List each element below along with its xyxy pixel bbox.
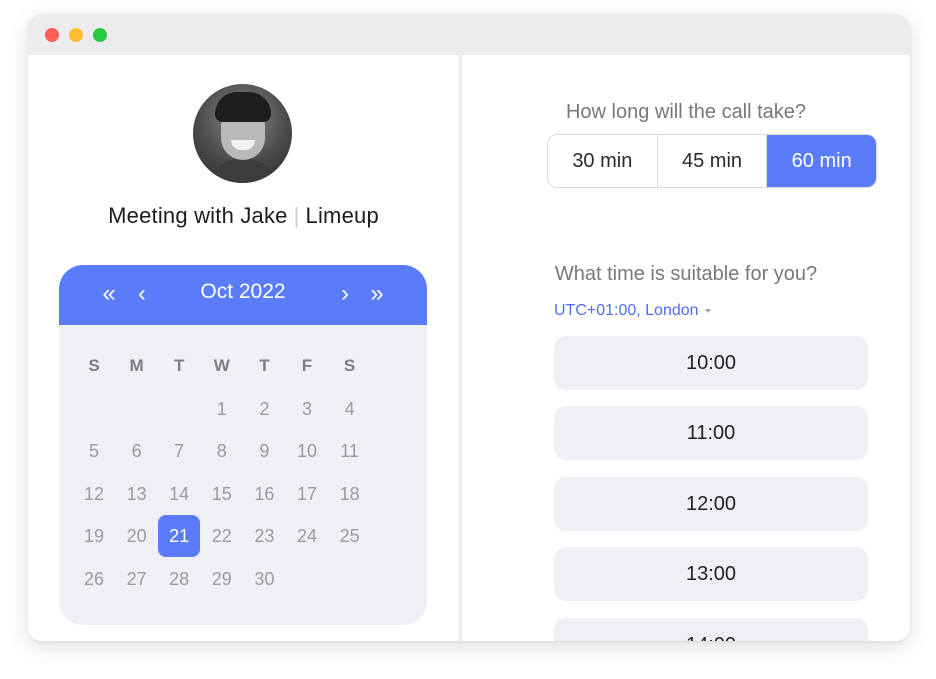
calendar-day[interactable]: 9 xyxy=(243,430,285,472)
close-window-button[interactable] xyxy=(45,28,59,42)
weekday-header: M xyxy=(129,356,144,375)
booking-profile-pane: Meeting with Jake | Limeup « ‹ Oct 2022 › … xyxy=(28,55,459,641)
calendar-day[interactable]: 5 xyxy=(73,430,115,472)
weekday-header: T xyxy=(173,356,185,375)
duration-question: How long will the call take? xyxy=(565,101,807,123)
calendar-day[interactable]: 26 xyxy=(73,558,115,600)
time-question: What time is suitable for you? xyxy=(554,263,818,285)
minimize-window-button[interactable] xyxy=(69,28,83,42)
calendar-day[interactable]: 13 xyxy=(116,473,158,515)
calendar-day[interactable]: 23 xyxy=(243,515,285,557)
date-picker-calendar: « ‹ Oct 2022 › » S M T W T F S 1 2 3 4 5 6 7 8 9 10 11 12 1… xyxy=(59,265,427,625)
calendar-day[interactable]: 10 xyxy=(286,430,328,472)
booking-options-pane: How long will the call take? 30 min 45 m… xyxy=(462,55,910,641)
time-slot-13-00[interactable]: 13:00 xyxy=(554,547,868,601)
calendar-day[interactable]: 17 xyxy=(286,473,328,515)
calendar-day[interactable]: 20 xyxy=(116,515,158,557)
calendar-day[interactable]: 14 xyxy=(158,473,200,515)
time-slot-12-00[interactable]: 12:00 xyxy=(554,477,868,531)
window-titlebar xyxy=(28,14,910,55)
calendar-day[interactable]: 3 xyxy=(286,388,328,430)
weekday-header: W xyxy=(213,356,230,375)
company-name: Limeup xyxy=(305,203,379,228)
calendar-day[interactable]: 24 xyxy=(286,515,328,557)
meeting-title: Meeting with Jake | Limeup xyxy=(28,203,459,229)
time-slot-10-00[interactable]: 10:00 xyxy=(554,336,868,390)
calendar-day[interactable]: 28 xyxy=(158,558,200,600)
weekday-header: S xyxy=(88,356,100,375)
timezone-label: UTC+01:00, London xyxy=(554,302,699,319)
avatar-shoulders xyxy=(205,158,281,183)
duration-selector: 30 min 45 min 60 min xyxy=(547,134,877,188)
weekday-header: F xyxy=(301,356,313,375)
calendar-day[interactable]: 16 xyxy=(243,473,285,515)
calendar-day[interactable]: 18 xyxy=(329,473,371,515)
calendar-day[interactable]: 22 xyxy=(201,515,243,557)
weekday-header: S xyxy=(343,356,356,375)
browser-window: Meeting with Jake | Limeup « ‹ Oct 2022 › … xyxy=(28,14,910,641)
calendar-day[interactable]: 29 xyxy=(201,558,243,600)
maximize-window-button[interactable] xyxy=(93,28,107,42)
time-slot-11-00[interactable]: 11:00 xyxy=(554,406,868,460)
avatar-hair xyxy=(215,92,271,122)
time-slot-14-00[interactable]: 14:00 xyxy=(554,618,868,641)
weekday-header: T xyxy=(259,356,270,375)
duration-option-30[interactable]: 30 min xyxy=(548,135,658,187)
calendar-day[interactable]: 8 xyxy=(201,430,243,472)
calendar-day[interactable]: 1 xyxy=(201,388,243,430)
calendar-day[interactable]: 7 xyxy=(158,430,200,472)
calendar-day[interactable]: 11 xyxy=(329,430,371,472)
calendar-day[interactable]: 30 xyxy=(243,558,285,600)
calendar-day[interactable]: 27 xyxy=(116,558,158,600)
calendar-day[interactable]: 19 xyxy=(73,515,115,557)
calendar-day[interactable]: 2 xyxy=(243,388,285,430)
calendar-day[interactable]: 4 xyxy=(329,388,371,430)
duration-option-60[interactable]: 60 min xyxy=(767,135,876,187)
title-separator: | xyxy=(293,203,300,228)
calendar-day-selected[interactable]: 21 xyxy=(158,515,201,557)
meeting-label: Meeting with Jake xyxy=(108,203,288,228)
next-month-button[interactable]: › xyxy=(330,279,360,309)
calendar-day[interactable]: 6 xyxy=(116,430,158,472)
next-year-button[interactable]: » xyxy=(362,279,392,309)
timezone-dropdown[interactable]: UTC+01:00, London xyxy=(554,302,711,320)
caret-down-icon xyxy=(704,308,711,313)
calendar-day[interactable]: 25 xyxy=(329,515,371,557)
calendar-header: « ‹ Oct 2022 › » xyxy=(59,265,427,325)
avatar xyxy=(193,84,292,183)
calendar-day[interactable]: 15 xyxy=(201,473,243,515)
duration-option-45[interactable]: 45 min xyxy=(658,135,768,187)
calendar-day[interactable]: 12 xyxy=(73,473,115,515)
